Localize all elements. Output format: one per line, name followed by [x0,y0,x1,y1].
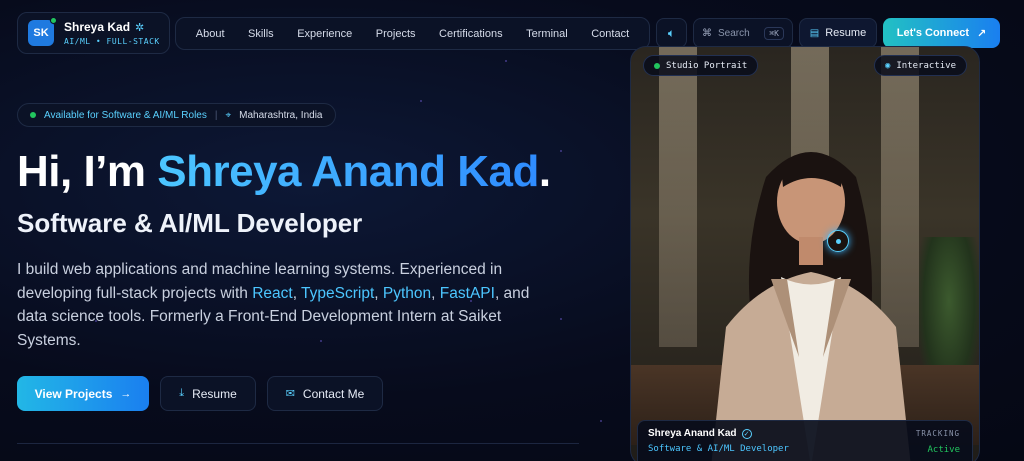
tracking-status: Active [927,445,960,455]
tech-react: React [252,284,293,302]
badge-right-label: Interactive [896,60,956,71]
interactive-badge[interactable]: ◉ Interactive [873,55,967,76]
sparkle-icon: ✲ [135,21,145,34]
nav-link-certifications[interactable]: Certifications [439,28,503,40]
resume-nav-button[interactable]: ▤ Resume [799,18,877,48]
logo-badge: SK [28,17,57,46]
contact-me-button[interactable]: ✉ Contact Me [267,376,383,411]
nav-link-about[interactable]: About [196,28,225,40]
hero-role: Software & AI/ML Developer [17,208,363,238]
pill-divider: | [214,109,218,121]
nav-link-contact[interactable]: Contact [591,28,629,40]
resume-nav-label: Resume [825,27,867,39]
location-pin-icon: ⌖ [225,109,232,121]
status-dot [654,62,660,69]
nav-link-skills[interactable]: Skills [248,28,274,40]
main-nav: About Skills Experience Projects Certifi… [175,17,650,50]
search-label: Search [718,27,750,39]
nav-link-experience[interactable]: Experience [297,28,352,40]
hero-name: Shreya Anand Kad [157,147,539,196]
tech-python: Python [382,284,432,302]
connect-label: Let's Connect [896,27,970,39]
caption-name: Shreya Anand Kad [648,428,737,439]
document-icon: ▤ [809,27,820,39]
online-indicator [50,17,57,24]
location-text: Maharashtra, India [239,109,323,121]
sound-toggle-button[interactable]: 🔈︎ [656,18,687,48]
hero-greeting: Hi, I’m [17,147,158,196]
tracking-label: TRACKING [915,429,960,438]
portrait-photo [711,152,911,461]
download-icon: ⤓ [179,387,185,399]
availability-pill: Available for Software & AI/ML Roles | ⌖… [17,103,336,127]
studio-portrait-badge: Studio Portrait [643,55,759,76]
eye-icon: ◉ [884,60,891,71]
portrait-card[interactable]: Studio Portrait ◉ Interactive Shreya Ana… [630,46,980,461]
speaker-icon: 🔈︎ [667,25,676,40]
tech-typescript: TypeScript [301,284,375,302]
arrow-up-right-icon: ↗ [977,27,987,40]
hero-description: I build web applications and machine lea… [17,261,530,349]
command-icon: ⌘ [702,27,712,39]
hero-heading: Hi, I’m Shreya Anand Kad. [17,147,551,197]
verified-icon: ✓ [741,428,752,439]
view-projects-button[interactable]: View Projects → [17,376,149,411]
brand-tagline: AI/ML • FULL-STACK [64,37,160,46]
status-dot [30,112,36,118]
section-divider [17,443,579,444]
availability-text: Available for Software & AI/ML Roles [44,109,207,121]
arrow-right-icon: → [120,387,132,400]
badge-left-label: Studio Portrait [666,60,748,71]
nav-link-terminal[interactable]: Terminal [526,28,568,40]
brand-logo[interactable]: SK Shreya Kad ✲ AI/ML • FULL-STACK [17,12,170,54]
tech-fastapi: FastAPI [439,284,495,302]
resume-label: Resume [192,386,237,401]
brand-name: Shreya Kad ✲ [64,20,145,34]
face-tracker-marker [827,230,849,252]
portrait-caption: Shreya Anand Kad ✓ Software & AI/ML Deve… [637,420,973,461]
search-button[interactable]: ⌘ Search ⌘K [693,18,793,48]
contact-me-label: Contact Me [302,386,365,401]
lets-connect-button[interactable]: Let's Connect ↗ [883,18,1000,48]
search-shortcut: ⌘K [764,26,784,40]
view-projects-label: View Projects [34,386,113,401]
nav-link-projects[interactable]: Projects [376,28,416,40]
mail-icon: ✉ [285,388,295,400]
resume-button[interactable]: ⤓ Resume [160,376,256,411]
hero-period: . [538,147,551,196]
caption-role: Software & AI/ML Developer [648,444,789,454]
